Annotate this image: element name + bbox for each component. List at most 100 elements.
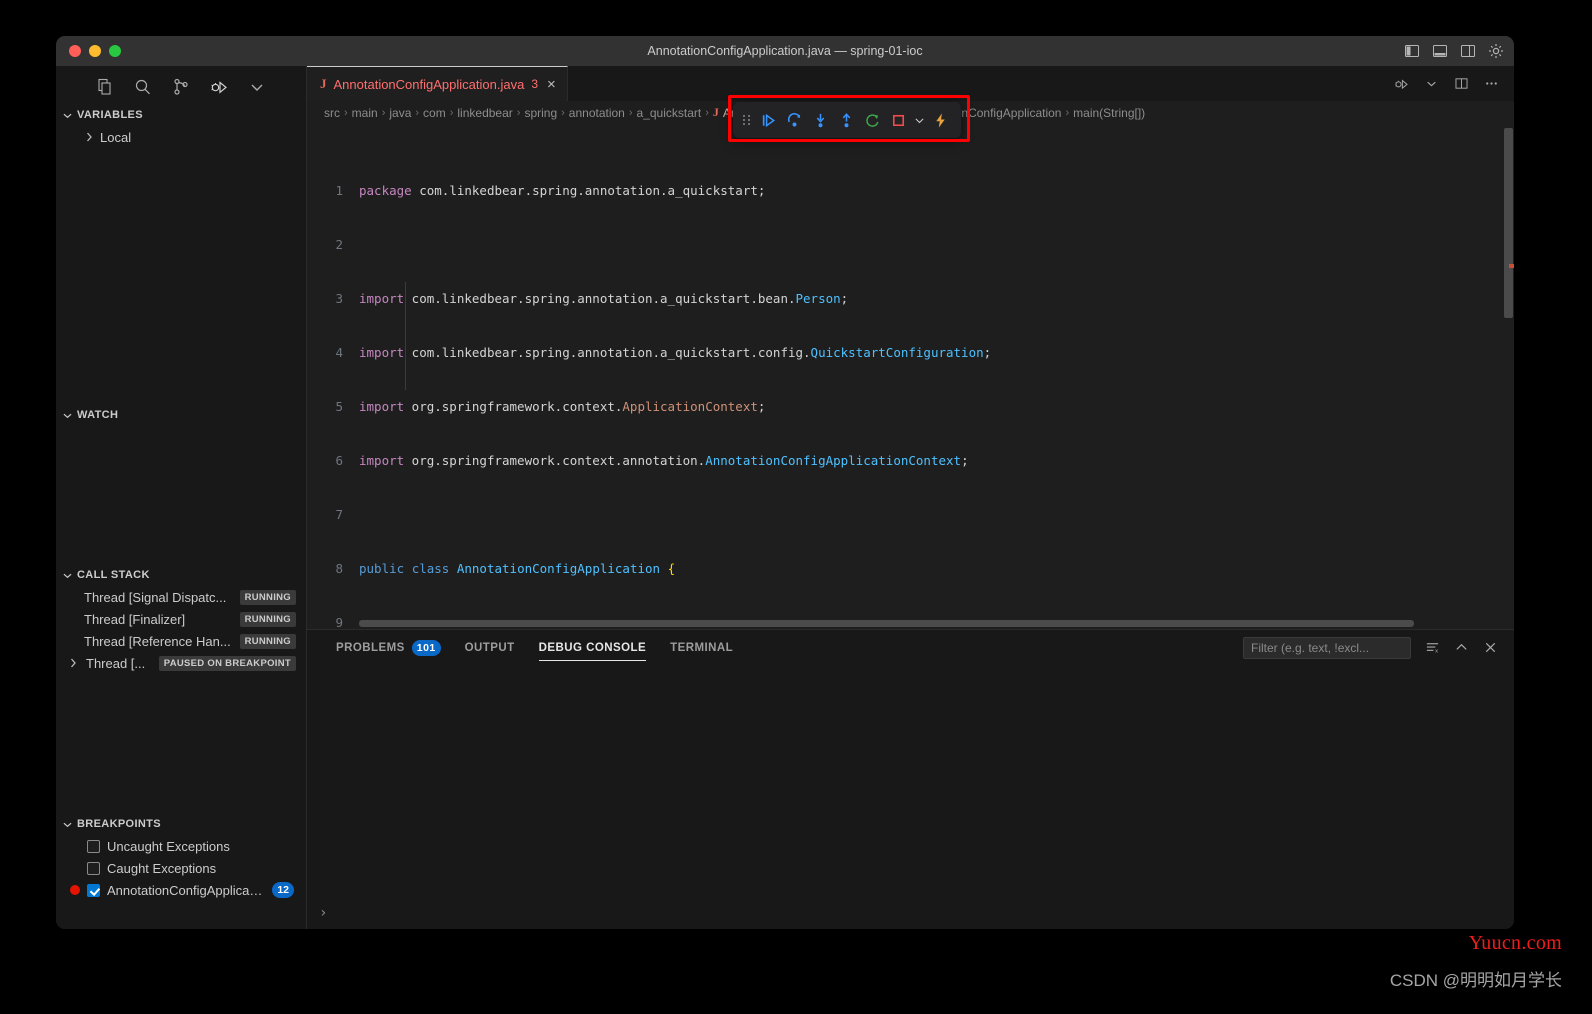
breakpoint-checkbox[interactable] bbox=[87, 861, 100, 875]
chevron-down-icon[interactable] bbox=[247, 77, 267, 97]
tab-debug-console[interactable]: DEBUG CONSOLE bbox=[527, 630, 658, 665]
call-stack-thread-row[interactable]: Thread [Signal Dispatc... RUNNING bbox=[56, 586, 306, 608]
java-file-icon: J bbox=[320, 76, 327, 91]
breakpoint-checkbox[interactable] bbox=[87, 883, 100, 897]
toggle-secondary-sidebar-icon[interactable] bbox=[1460, 43, 1476, 59]
hot-reload-button[interactable] bbox=[927, 107, 953, 133]
chevron-right-icon bbox=[87, 132, 92, 142]
breakpoints-section-header[interactable]: BREAKPOINTS bbox=[56, 813, 306, 835]
breakpoint-checkbox[interactable] bbox=[87, 839, 100, 853]
breadcrumb-item[interactable]: main(String[]) bbox=[1073, 106, 1145, 120]
breadcrumb-separator-icon: › bbox=[344, 106, 348, 119]
thread-label: Thread [Signal Dispatc... bbox=[84, 589, 227, 605]
call-stack-thread-row-paused[interactable]: Thread [... PAUSED ON BREAKPOINT bbox=[56, 652, 306, 674]
thread-label: Thread [Finalizer] bbox=[84, 611, 186, 627]
watermark-author: CSDN @明明如月学长 bbox=[1389, 971, 1562, 990]
toggle-panel-icon[interactable] bbox=[1432, 43, 1448, 59]
debug-more-button[interactable] bbox=[911, 112, 927, 128]
tab-problems[interactable]: PROBLEMS 101 bbox=[324, 630, 453, 665]
step-over-button[interactable] bbox=[781, 107, 807, 133]
run-or-debug-icon[interactable] bbox=[1393, 75, 1410, 92]
step-into-button[interactable] bbox=[807, 107, 833, 133]
panel-tab-bar: PROBLEMS 101 OUTPUT DEBUG CONSOLE TERMIN… bbox=[307, 630, 1514, 665]
java-file-icon: J bbox=[712, 105, 719, 119]
more-actions-icon[interactable] bbox=[1483, 75, 1500, 92]
explorer-icon[interactable] bbox=[95, 77, 115, 97]
editor-minimap[interactable] bbox=[1500, 124, 1514, 629]
thread-label: Thread [... bbox=[86, 655, 146, 671]
breadcrumb-item[interactable]: com bbox=[423, 106, 446, 120]
chevron-right-icon[interactable] bbox=[68, 658, 78, 668]
breadcrumb-item[interactable]: annotation bbox=[569, 106, 625, 120]
breakpoint-row-source[interactable]: AnnotationConfigApplicati... 12 bbox=[56, 879, 306, 901]
call-stack-section-header[interactable]: CALL STACK bbox=[56, 564, 306, 586]
filter-input-wrapper[interactable] bbox=[1243, 636, 1411, 659]
code-editor[interactable]: 1 package com.linkedbear.spring.annotati… bbox=[307, 124, 1514, 629]
call-stack-thread-row[interactable]: Thread [Finalizer] RUNNING bbox=[56, 608, 306, 630]
editor-tab-label: AnnotationConfigApplication.java bbox=[333, 76, 525, 92]
bottom-panel: PROBLEMS 101 OUTPUT DEBUG CONSOLE TERMIN… bbox=[307, 629, 1514, 929]
run-and-debug-icon[interactable] bbox=[209, 77, 229, 97]
variables-section-header[interactable]: VARIABLES bbox=[56, 104, 306, 126]
editor-scrollbar-horizontal[interactable] bbox=[359, 620, 1414, 627]
debug-console-output[interactable]: › bbox=[307, 665, 1514, 929]
maximize-window-button[interactable] bbox=[109, 45, 121, 57]
debug-toolbar[interactable] bbox=[733, 102, 961, 138]
clear-console-icon[interactable]: x bbox=[1425, 640, 1440, 655]
collapse-panel-icon[interactable] bbox=[1454, 640, 1469, 655]
chevron-down-icon[interactable] bbox=[1423, 75, 1440, 92]
thread-state-badge: RUNNING bbox=[239, 611, 296, 627]
variables-scope-local[interactable]: Local bbox=[56, 126, 306, 148]
svg-text:x: x bbox=[1435, 649, 1439, 655]
toggle-primary-sidebar-icon[interactable] bbox=[1404, 43, 1420, 59]
filter-input[interactable] bbox=[1251, 640, 1403, 655]
breakpoint-line-badge: 12 bbox=[272, 882, 294, 898]
watch-section: WATCH bbox=[56, 404, 306, 564]
breadcrumb-item[interactable]: java bbox=[389, 106, 411, 120]
breadcrumb-item[interactable]: src bbox=[324, 106, 340, 120]
error-marker[interactable] bbox=[1509, 264, 1514, 268]
step-out-button[interactable] bbox=[833, 107, 859, 133]
gear-icon[interactable] bbox=[1488, 43, 1504, 59]
close-icon[interactable]: × bbox=[547, 76, 556, 93]
source-control-icon[interactable] bbox=[171, 77, 191, 97]
breadcrumb-separator-icon: › bbox=[381, 106, 386, 119]
tab-label: PROBLEMS bbox=[336, 641, 405, 654]
continue-button[interactable] bbox=[755, 107, 781, 133]
code-content[interactable]: 1 package com.linkedbear.spring.annotati… bbox=[307, 124, 1514, 629]
split-editor-icon[interactable] bbox=[1453, 75, 1470, 92]
tab-output[interactable]: OUTPUT bbox=[453, 630, 527, 665]
stop-button[interactable] bbox=[885, 107, 911, 133]
breakpoint-dot-icon bbox=[70, 863, 80, 873]
breakpoint-row-uncaught-exceptions[interactable]: Uncaught Exceptions bbox=[56, 835, 306, 857]
console-prompt-icon[interactable]: › bbox=[319, 905, 327, 921]
tab-terminal[interactable]: TERMINAL bbox=[658, 630, 745, 665]
line-number: 3 bbox=[335, 291, 343, 306]
breakpoints-section: BREAKPOINTS Uncaught Exceptions Caught E… bbox=[56, 813, 306, 929]
step-out-icon bbox=[842, 112, 850, 127]
minimize-window-button[interactable] bbox=[89, 45, 101, 57]
editor-scrollbar-vertical[interactable] bbox=[1504, 128, 1513, 318]
breadcrumb-item[interactable]: spring bbox=[524, 106, 557, 120]
window-controls[interactable] bbox=[56, 45, 121, 57]
call-stack-title: CALL STACK bbox=[77, 569, 150, 581]
debug-sidebar: VARIABLES Local WATCH CALL STACK Thread … bbox=[56, 66, 307, 929]
breakpoints-title: BREAKPOINTS bbox=[77, 818, 161, 830]
watch-section-header[interactable]: WATCH bbox=[56, 404, 306, 426]
restart-button[interactable] bbox=[859, 107, 885, 133]
breadcrumb-item[interactable]: main bbox=[352, 106, 378, 120]
close-window-button[interactable] bbox=[69, 45, 81, 57]
watch-title: WATCH bbox=[77, 409, 119, 421]
editor-tab-annotationconfigapplication[interactable]: J AnnotationConfigApplication.java 3 × bbox=[307, 66, 568, 101]
breadcrumb-item[interactable]: linkedbear bbox=[457, 106, 512, 120]
search-icon[interactable] bbox=[133, 77, 153, 97]
close-panel-icon[interactable] bbox=[1483, 640, 1498, 655]
window-body: VARIABLES Local WATCH CALL STACK Thread … bbox=[56, 66, 1514, 929]
call-stack-thread-row[interactable]: Thread [Reference Han... RUNNING bbox=[56, 630, 306, 652]
breadcrumb-item[interactable]: a_quickstart bbox=[637, 106, 702, 120]
line-number: 8 bbox=[335, 561, 343, 576]
hot-reload-icon bbox=[935, 112, 945, 128]
breakpoint-row-caught-exceptions[interactable]: Caught Exceptions bbox=[56, 857, 306, 879]
breakpoint-dot-icon bbox=[70, 841, 80, 851]
drag-handle-icon[interactable] bbox=[743, 115, 750, 125]
